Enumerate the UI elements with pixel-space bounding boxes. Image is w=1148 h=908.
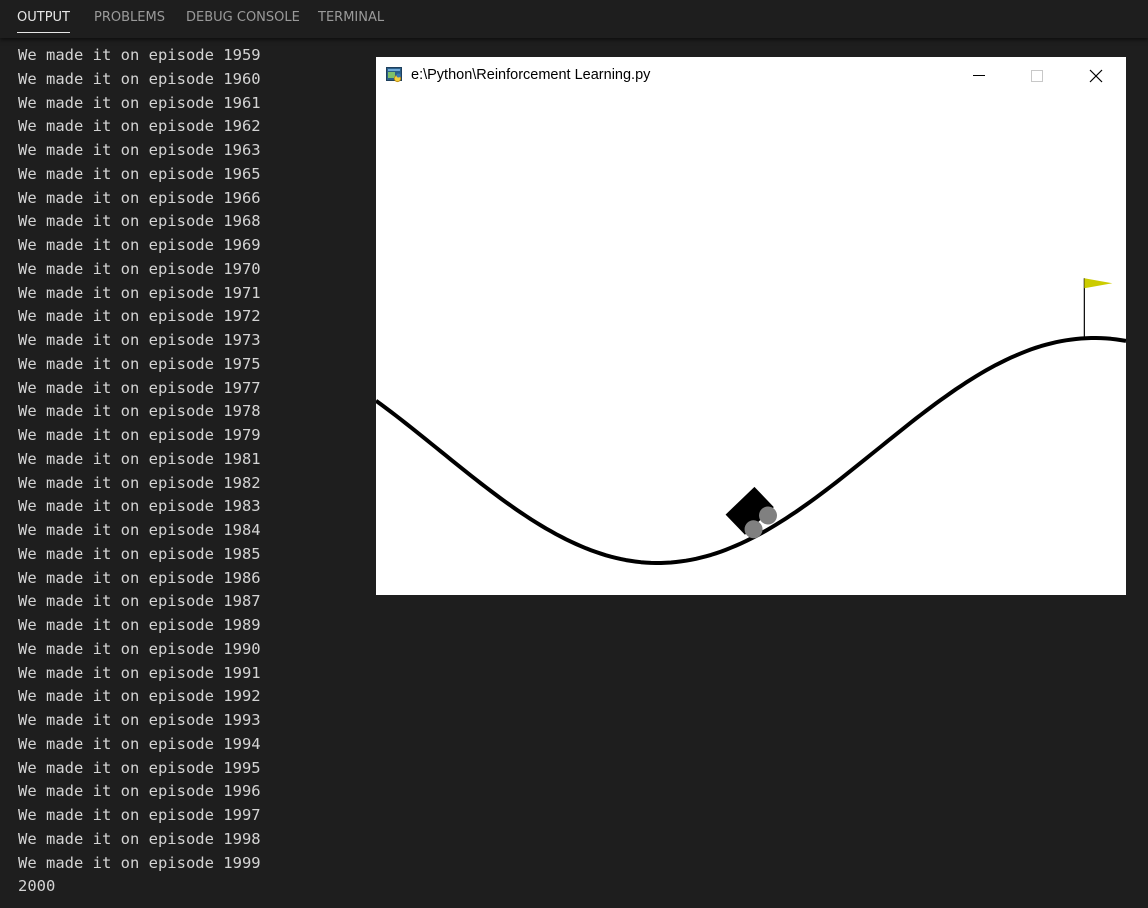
tab-terminal[interactable]: TERMINAL — [318, 10, 384, 25]
output-line: We made it on episode 1995 — [18, 758, 261, 777]
output-line: We made it on episode 1961 — [18, 93, 261, 112]
window-title: e:\Python\Reinforcement Learning.py — [411, 67, 651, 83]
output-line: We made it on episode 1990 — [18, 639, 261, 658]
output-line: We made it on episode 1989 — [18, 616, 261, 634]
output-line: We made it on episode 1998 — [18, 829, 261, 848]
tab-output[interactable]: OUTPUT — [17, 10, 70, 33]
output-line: We made it on episode 1992 — [18, 687, 261, 706]
output-line: We made it on episode 1965 — [18, 164, 261, 183]
output-line: We made it on episode 1993 — [18, 711, 261, 729]
gym-render-window[interactable]: e:\Python\Reinforcement Learning.py — [376, 57, 1126, 595]
output-line: We made it on episode 1962 — [18, 117, 261, 136]
output-line: We made it on episode 1978 — [18, 402, 261, 421]
maximize-icon — [1031, 70, 1043, 82]
output-log[interactable]: We made it on episode 1959 We made it on … — [18, 32, 358, 908]
output-line: We made it on episode 1959 — [18, 46, 261, 64]
python-file-icon — [386, 66, 403, 83]
output-line: We made it on episode 1983 — [18, 497, 261, 516]
output-line: We made it on episode 1968 — [18, 212, 261, 231]
output-line: We made it on episode 1969 — [18, 236, 261, 254]
output-line: We made it on episode 1985 — [18, 544, 261, 563]
output-line: We made it on episode 1963 — [18, 141, 261, 159]
close-button[interactable] — [1066, 57, 1124, 95]
goal-flag — [1084, 278, 1113, 289]
tab-debug-console[interactable]: DEBUG CONSOLE — [186, 10, 300, 25]
output-line: We made it on episode 1987 — [18, 592, 261, 611]
minimize-icon — [973, 75, 985, 76]
output-line: We made it on episode 1973 — [18, 331, 261, 349]
maximize-button[interactable] — [1008, 57, 1066, 95]
output-line: 2000 — [18, 877, 56, 896]
output-line: We made it on episode 1986 — [18, 568, 261, 587]
output-line: We made it on episode 1984 — [18, 521, 261, 539]
window-title-bar[interactable]: e:\Python\Reinforcement Learning.py — [376, 57, 1126, 95]
output-line: We made it on episode 1994 — [18, 734, 261, 753]
car — [725, 486, 777, 539]
output-line: We made it on episode 1979 — [18, 426, 261, 444]
output-line: We made it on episode 1982 — [18, 473, 261, 492]
mountain-car-canvas — [376, 278, 1126, 565]
minimize-button[interactable] — [950, 57, 1008, 95]
output-line: We made it on episode 1981 — [18, 449, 261, 468]
tab-problems[interactable]: PROBLEMS — [94, 10, 165, 25]
close-icon — [1089, 69, 1103, 83]
output-line: We made it on episode 1999 — [18, 853, 261, 872]
output-line: We made it on episode 1960 — [18, 69, 261, 88]
output-line: We made it on episode 1966 — [18, 188, 261, 207]
output-line: We made it on episode 1991 — [18, 663, 261, 682]
output-line: We made it on episode 1977 — [18, 378, 261, 397]
output-line: We made it on episode 1972 — [18, 307, 261, 326]
panel-tab-bar: OUTPUT PROBLEMS DEBUG CONSOLE TERMINAL — [0, 0, 1148, 38]
output-line: We made it on episode 1975 — [18, 354, 261, 373]
output-line: We made it on episode 1996 — [18, 782, 261, 801]
output-line: We made it on episode 1997 — [18, 806, 261, 824]
output-line: We made it on episode 1970 — [18, 259, 261, 278]
output-line: We made it on episode 1971 — [18, 283, 261, 302]
